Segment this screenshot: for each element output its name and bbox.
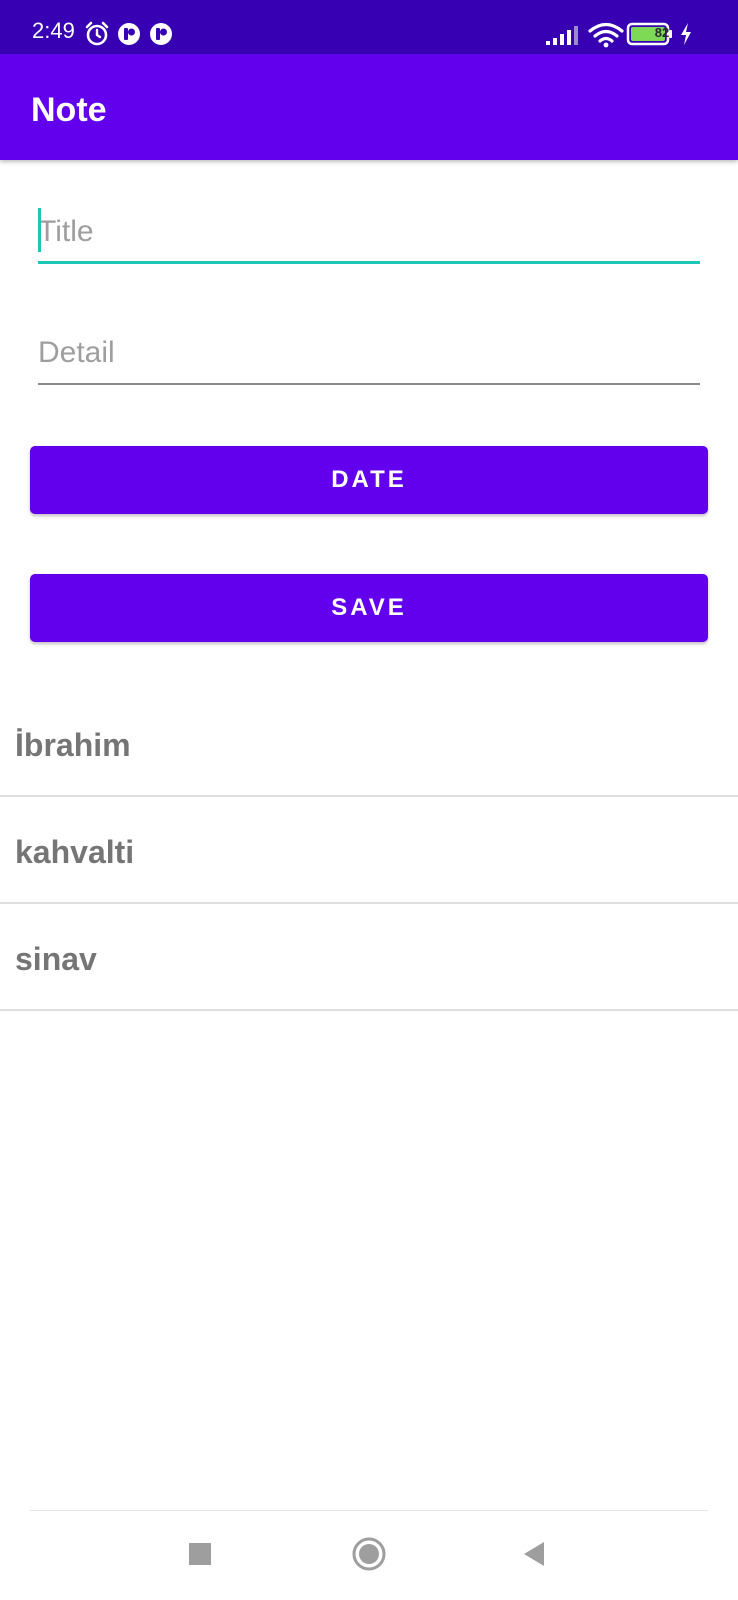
recents-button[interactable] xyxy=(170,1532,230,1578)
list-item[interactable]: sinav xyxy=(0,904,738,1011)
detail-input[interactable] xyxy=(38,325,700,381)
title-field-underline xyxy=(38,261,700,264)
date-button[interactable]: DATE xyxy=(30,446,708,514)
title-field[interactable] xyxy=(38,204,700,264)
signal-icon xyxy=(546,26,578,45)
list-item[interactable]: İbrahim xyxy=(0,690,738,797)
notification-app-icon xyxy=(118,23,140,45)
notification-app-icon xyxy=(150,23,172,45)
wifi-icon xyxy=(588,22,624,48)
save-button[interactable]: SAVE xyxy=(30,574,708,642)
status-bar: 2:49 82 xyxy=(0,0,738,54)
list-item-title: sinav xyxy=(15,941,97,977)
back-icon xyxy=(524,1542,544,1566)
app-bar: Note xyxy=(0,54,738,160)
list-item[interactable]: kahvalti xyxy=(0,797,738,904)
recents-icon xyxy=(189,1543,211,1565)
battery-level: 82 xyxy=(654,25,670,40)
status-system-icons xyxy=(518,0,738,54)
text-cursor xyxy=(38,208,41,252)
page-title: Note xyxy=(31,91,107,129)
home-icon xyxy=(352,1537,386,1571)
notes-list: İbrahim kahvalti sinav xyxy=(0,690,738,1011)
detail-field[interactable] xyxy=(38,325,700,385)
list-item-title: İbrahim xyxy=(15,727,131,763)
home-button[interactable] xyxy=(339,1532,399,1578)
back-button[interactable] xyxy=(506,1532,566,1578)
alarm-icon xyxy=(85,21,109,46)
list-item-title: kahvalti xyxy=(15,834,135,870)
title-input[interactable] xyxy=(38,204,700,260)
status-time: 2:49 xyxy=(32,18,75,43)
charging-icon xyxy=(681,23,691,45)
nav-divider xyxy=(30,1510,708,1511)
detail-field-underline xyxy=(38,383,700,385)
